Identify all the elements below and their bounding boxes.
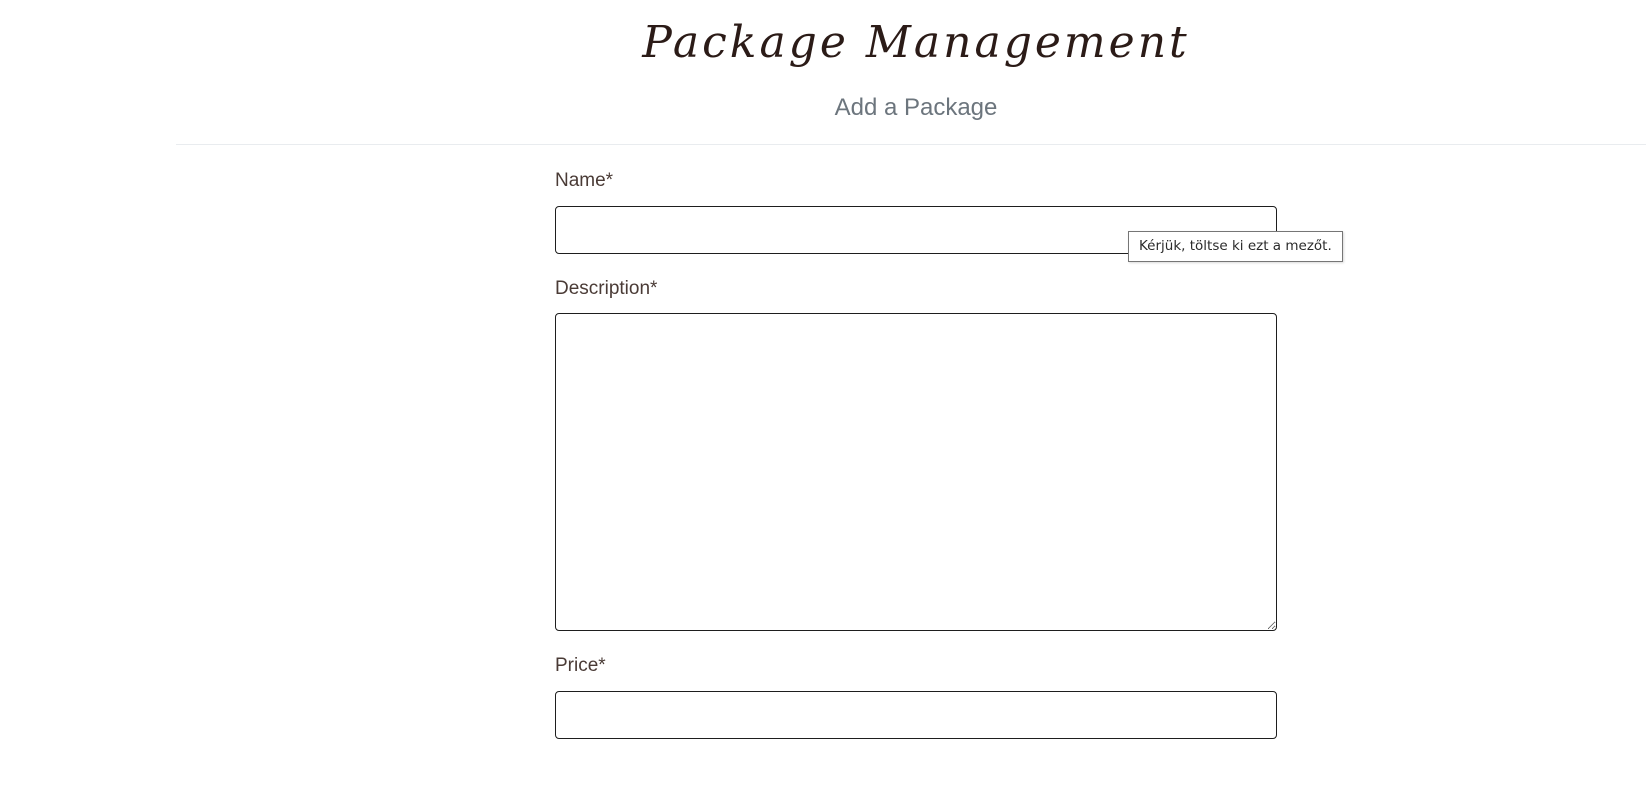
description-textarea[interactable] — [555, 313, 1277, 631]
header-divider — [176, 144, 1646, 145]
page-subtitle: Add a Package — [834, 94, 998, 121]
page-title: Package Management — [642, 17, 1190, 68]
validation-tooltip: Kérjük, töltse ki ezt a mezőt. — [1128, 231, 1343, 262]
price-input[interactable] — [555, 691, 1277, 739]
name-label: Name* — [555, 170, 614, 191]
page: Package Management Add a Package Name* D… — [0, 0, 1646, 798]
price-label: Price* — [555, 655, 606, 676]
description-label: Description* — [555, 278, 658, 299]
